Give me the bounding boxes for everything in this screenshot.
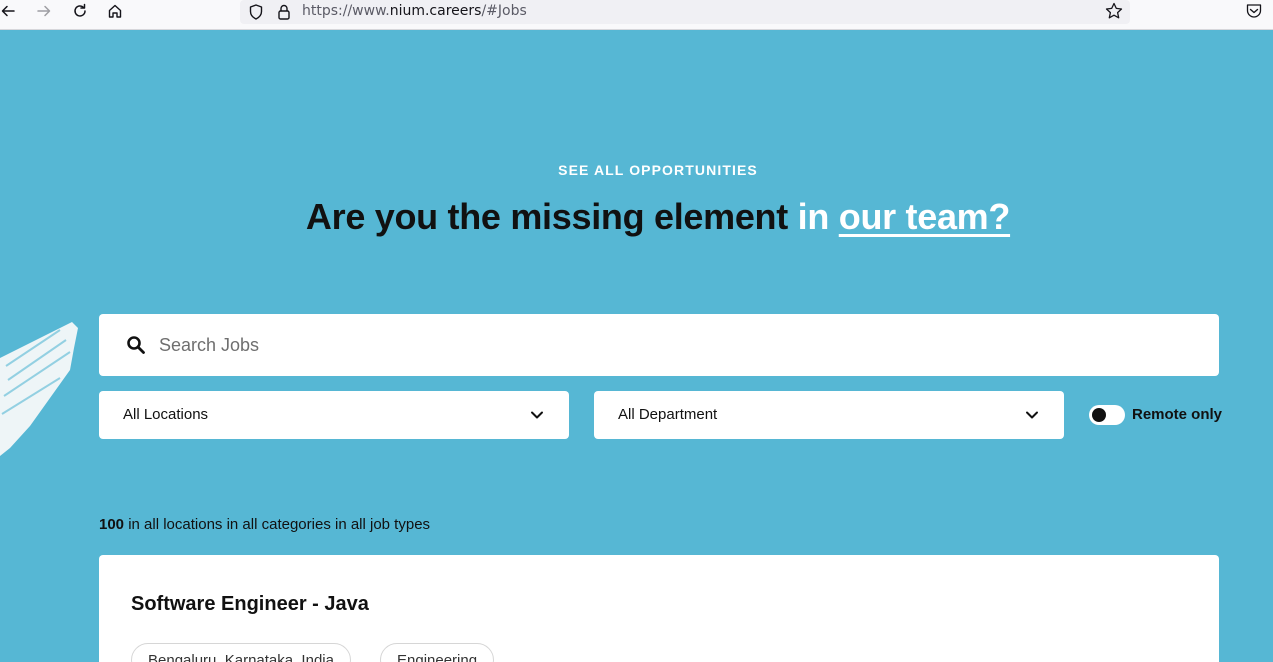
- job-card[interactable]: Software Engineer - Java Bengaluru, Karn…: [99, 555, 1219, 662]
- back-button[interactable]: [0, 0, 21, 22]
- results-count: 100: [99, 516, 125, 533]
- job-location-tag: Bengaluru, Karnataka, India: [131, 643, 351, 662]
- brush-stroke-decoration: [0, 322, 78, 456]
- remote-only-toggle[interactable]: [1089, 405, 1125, 425]
- page-headline: Are you the missing element in our team?: [0, 196, 1273, 238]
- location-select[interactable]: All Locations: [99, 391, 569, 439]
- reload-icon: [74, 3, 86, 17]
- toggle-knob: [1092, 408, 1106, 422]
- forward-button[interactable]: [31, 0, 57, 22]
- url-text[interactable]: https://www.nium.careers/#Jobs: [302, 3, 527, 19]
- department-select[interactable]: All Department: [594, 391, 1064, 439]
- remote-only-label[interactable]: Remote only: [1132, 406, 1222, 423]
- pocket-icon[interactable]: [1244, 1, 1264, 21]
- bookmark-star-icon[interactable]: [1104, 1, 1124, 21]
- search-jobs-input[interactable]: [159, 326, 1189, 364]
- headline-in: in: [797, 196, 830, 237]
- results-summary-text: in all locations in all categories in al…: [128, 516, 431, 533]
- headline-text: Are you the missing element: [305, 196, 788, 237]
- headline-link[interactable]: our team?: [839, 196, 1011, 237]
- back-arrow-icon: [1, 5, 15, 17]
- job-search-box: [99, 314, 1219, 376]
- chevron-down-icon: [531, 411, 543, 419]
- job-title[interactable]: Software Engineer - Java: [131, 593, 369, 616]
- shield-icon[interactable]: [247, 3, 265, 21]
- reload-button[interactable]: [67, 0, 93, 22]
- location-select-label: All Locations: [123, 406, 209, 423]
- url-prefix: https://www.: [302, 3, 390, 19]
- browser-toolbar: https://www.nium.careers/#Jobs: [0, 0, 1273, 30]
- home-icon: [108, 4, 122, 18]
- url-suffix: /#Jobs: [481, 3, 527, 19]
- url-domain: nium.careers: [389, 3, 482, 19]
- job-department-tag: Engineering: [380, 643, 495, 662]
- department-select-label: All Department: [618, 406, 718, 423]
- forward-arrow-icon: [37, 5, 51, 17]
- search-icon: [127, 336, 145, 354]
- chevron-down-icon: [1026, 411, 1038, 419]
- lock-icon[interactable]: [275, 3, 293, 21]
- section-eyebrow: SEE ALL OPPORTUNITIES: [558, 162, 758, 178]
- results-summary: 100 in all locations in all categories i…: [99, 516, 430, 533]
- address-bar[interactable]: https://www.nium.careers/#Jobs: [240, 0, 1130, 24]
- home-button[interactable]: [102, 0, 128, 22]
